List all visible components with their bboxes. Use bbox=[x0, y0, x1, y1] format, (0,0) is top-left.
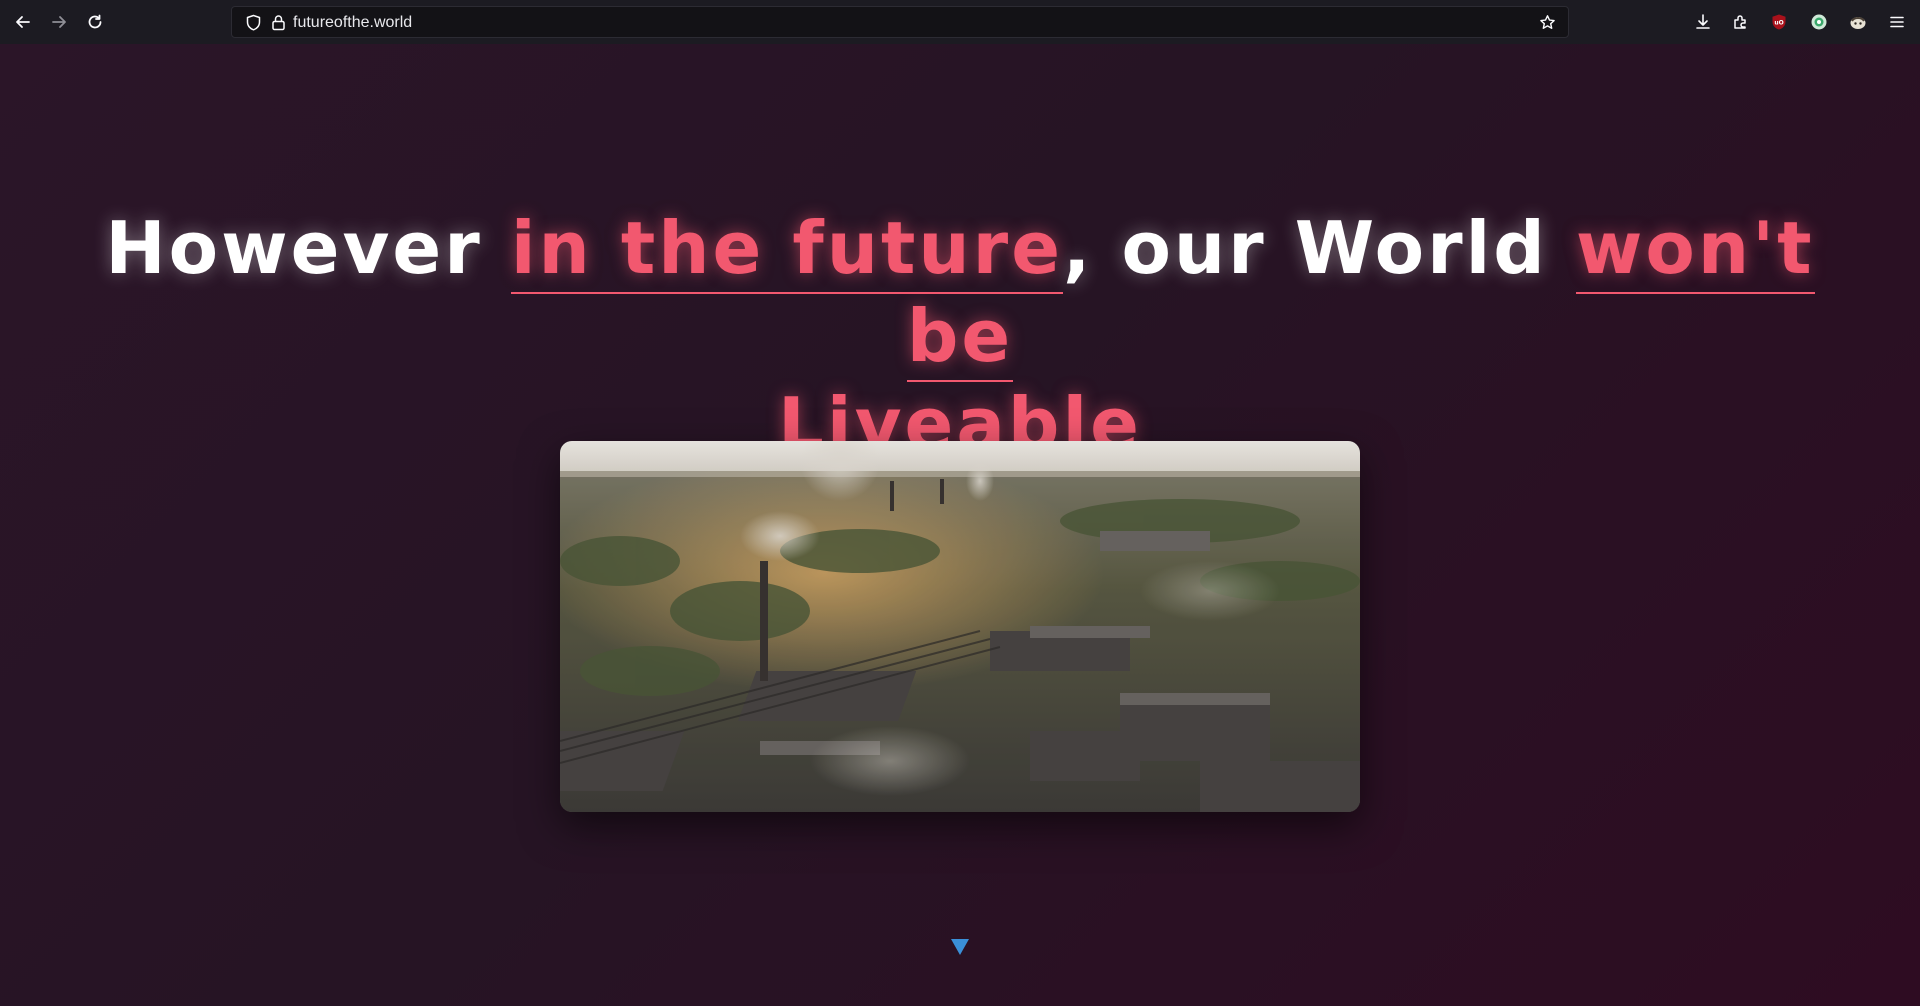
headline-text-our-world: , our World bbox=[1063, 206, 1576, 290]
back-button[interactable] bbox=[11, 10, 35, 34]
globe-extension-button[interactable] bbox=[1808, 11, 1830, 33]
extensions-button[interactable] bbox=[1729, 11, 1751, 33]
ublock-extension-button[interactable]: uO bbox=[1768, 11, 1790, 33]
lock-icon[interactable] bbox=[270, 14, 287, 31]
app-menu-button[interactable] bbox=[1886, 11, 1908, 33]
industrial-city-aerial-video bbox=[560, 441, 1360, 812]
menu-icon bbox=[1890, 16, 1904, 28]
shield-icon[interactable] bbox=[245, 14, 262, 31]
ublock-icon: uO bbox=[1772, 14, 1786, 30]
back-arrow-icon bbox=[16, 16, 30, 28]
headline-text-however: However bbox=[105, 206, 511, 290]
hero-video[interactable] bbox=[560, 441, 1360, 812]
page-content: However in the future, our World won't b… bbox=[0, 44, 1920, 1006]
reload-icon bbox=[88, 14, 102, 29]
browser-toolbar: futureofthe.world uO bbox=[0, 0, 1920, 44]
scroll-down-arrow-icon[interactable] bbox=[950, 938, 970, 956]
headline-highlight-in-the-future: in the future bbox=[510, 206, 1064, 294]
reload-button[interactable] bbox=[83, 10, 107, 34]
url-text[interactable]: futureofthe.world bbox=[293, 13, 412, 33]
hero-headline: However in the future, our World won't b… bbox=[60, 204, 1860, 468]
avatar-extension-button[interactable] bbox=[1847, 11, 1869, 33]
forward-arrow-icon bbox=[52, 16, 66, 28]
extensions-icon bbox=[1734, 15, 1746, 29]
address-bar[interactable]: futureofthe.world bbox=[231, 6, 1569, 38]
forward-button[interactable] bbox=[47, 10, 71, 34]
extension-avatar-icon bbox=[1850, 17, 1866, 29]
svg-text:uO: uO bbox=[1774, 20, 1783, 27]
download-icon bbox=[1696, 14, 1710, 29]
downloads-button[interactable] bbox=[1692, 11, 1714, 33]
extension-globe-icon bbox=[1811, 14, 1827, 30]
star-icon[interactable] bbox=[1539, 14, 1556, 31]
